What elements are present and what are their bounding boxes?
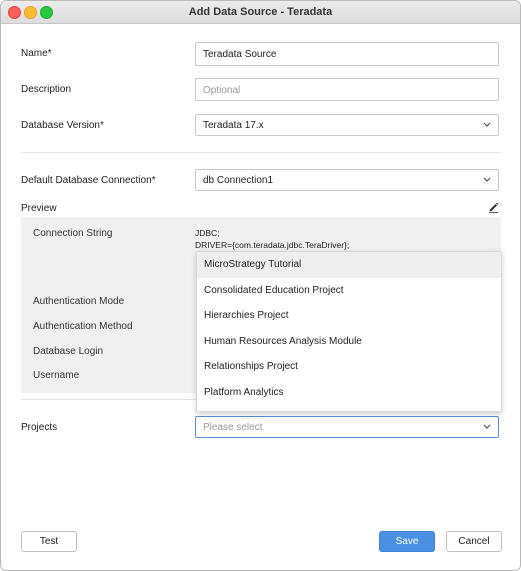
dropdown-option[interactable]: Human Resources Analysis Module bbox=[197, 329, 501, 355]
description-label: Description bbox=[21, 84, 72, 95]
username-label: Username bbox=[33, 370, 80, 381]
window-title: Add Data Source - Teradata bbox=[188, 6, 333, 18]
description-placeholder: Optional bbox=[203, 85, 241, 96]
projects-placeholder: Please select bbox=[203, 422, 263, 433]
name-input[interactable]: Teradata Source bbox=[195, 42, 499, 66]
default-connection-select[interactable]: db Connection1 bbox=[195, 169, 499, 191]
projects-dropdown-list: MicroStrategy Tutorial Consolidated Educ… bbox=[196, 251, 502, 412]
title-bar: Add Data Source - Teradata bbox=[1, 1, 520, 24]
connection-string-value: JDBC; DRIVER={com.teradata.jdbc.TeraDriv… bbox=[195, 227, 495, 251]
database-login-label: Database Login bbox=[33, 346, 104, 357]
database-version-value: Teradata 17.x bbox=[203, 120, 264, 131]
dropdown-option[interactable]: Platform Analytics bbox=[197, 380, 501, 406]
test-button[interactable]: Test bbox=[21, 531, 77, 552]
database-version-label: Database Version* bbox=[21, 120, 104, 131]
authentication-mode-label: Authentication Mode bbox=[33, 296, 125, 307]
dropdown-option[interactable]: Consolidated Education Project bbox=[197, 278, 501, 304]
save-button[interactable]: Save bbox=[379, 531, 435, 552]
dropdown-option[interactable]: MicroStrategy Tutorial bbox=[197, 252, 501, 278]
description-input[interactable]: Optional bbox=[195, 78, 499, 101]
name-value: Teradata Source bbox=[203, 49, 277, 60]
connection-string-line: DRIVER={com.teradata.jdbc.TeraDriver}; bbox=[195, 240, 350, 250]
default-connection-label: Default Database Connection* bbox=[21, 175, 156, 186]
database-version-select[interactable]: Teradata 17.x bbox=[195, 114, 499, 136]
connection-string-line: JDBC; bbox=[195, 228, 220, 238]
dropdown-option[interactable]: Hierarchies Project bbox=[197, 303, 501, 329]
chevron-down-icon bbox=[483, 122, 491, 127]
chevron-down-icon bbox=[483, 177, 491, 182]
connection-string-label: Connection String bbox=[33, 228, 113, 239]
section-divider bbox=[21, 152, 501, 153]
edit-pencil-icon[interactable] bbox=[488, 202, 499, 213]
projects-select[interactable]: Please select bbox=[195, 416, 499, 438]
authentication-method-label: Authentication Method bbox=[33, 321, 133, 332]
preview-label: Preview bbox=[21, 203, 57, 214]
dropdown-option[interactable]: Relationships Project bbox=[197, 354, 501, 380]
cancel-button[interactable]: Cancel bbox=[446, 531, 502, 552]
chevron-down-icon bbox=[483, 424, 491, 429]
projects-label: Projects bbox=[21, 422, 58, 433]
default-connection-value: db Connection1 bbox=[203, 175, 274, 186]
name-label: Name* bbox=[21, 48, 52, 59]
dialog-window: Add Data Source - Teradata Name* Teradat… bbox=[0, 0, 521, 571]
